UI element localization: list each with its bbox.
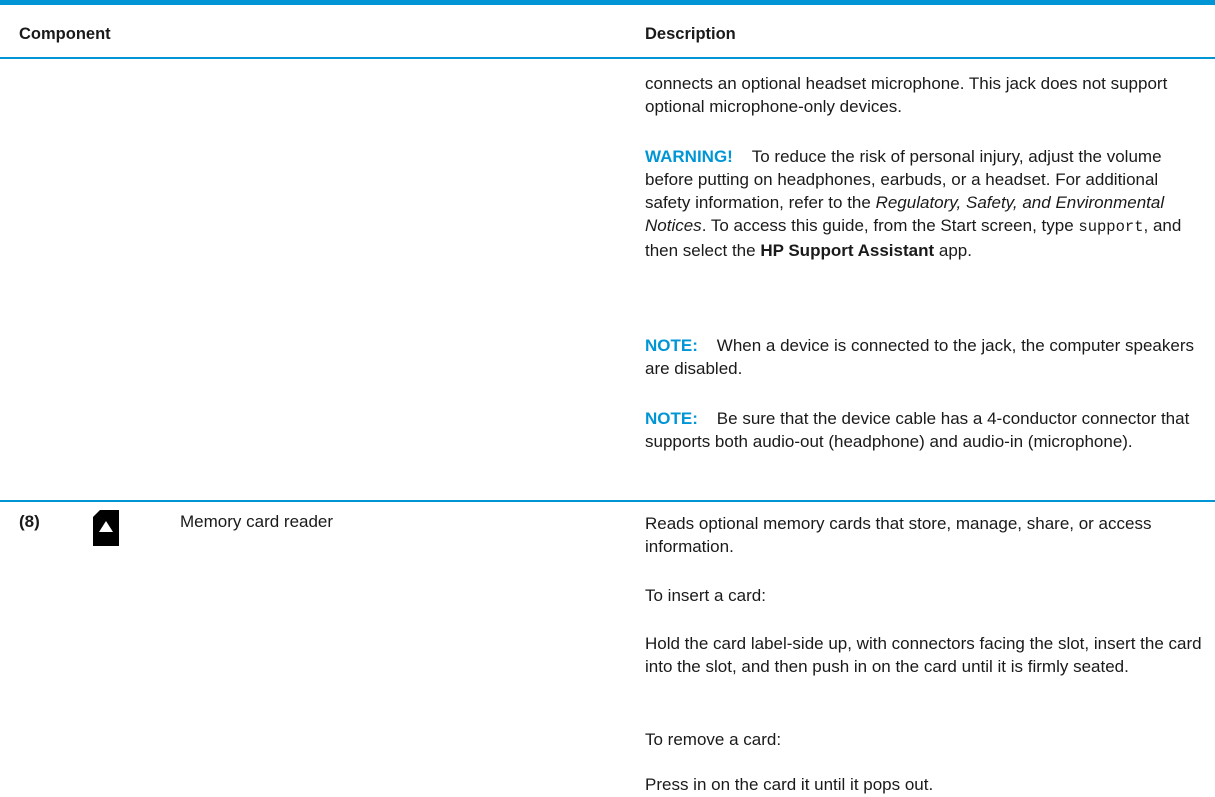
- warning-block: WARNING! To reduce the risk of personal …: [645, 145, 1205, 262]
- note-text-1: When a device is connected to the jack, …: [645, 336, 1195, 378]
- table-header-row: Component Description: [0, 5, 1215, 59]
- row8-desc-text-2: To insert a card:: [645, 586, 766, 605]
- note-text-2: Be sure that the device cable has a 4-co…: [645, 409, 1190, 451]
- row8-desc-1: Reads optional memory cards that store, …: [645, 512, 1205, 558]
- row8-desc-2: To insert a card:: [645, 584, 1205, 607]
- note-paragraph-1: NOTE: When a device is connected to the …: [645, 334, 1205, 380]
- component-name: Memory card reader: [180, 512, 334, 531]
- note-paragraph-2: NOTE: Be sure that the device cable has …: [645, 407, 1205, 453]
- warning-text-d: app.: [938, 241, 972, 260]
- jack-description-text: connects an optional headset microphone.…: [645, 74, 1168, 116]
- warning-label: WARNING!: [645, 147, 733, 166]
- row8-desc-text-5: Press in on the card it until it pops ou…: [645, 775, 934, 794]
- memory-card-icon-svg: [93, 510, 119, 546]
- row8-desc-4: To remove a card:: [645, 728, 1205, 751]
- note-block-2: NOTE: Be sure that the device cable has …: [645, 407, 1205, 453]
- row8-desc-text-1: Reads optional memory cards that store, …: [645, 514, 1152, 556]
- row-number: (8): [19, 512, 40, 531]
- row8-desc-3: Hold the card label-side up, with connec…: [645, 632, 1205, 678]
- warning-paragraph: WARNING! To reduce the risk of personal …: [645, 145, 1205, 262]
- row8-desc-5: Press in on the card it until it pops ou…: [645, 773, 1205, 796]
- row8-desc-text-4: To remove a card:: [645, 730, 782, 749]
- warning-text-b: . To access this guide, from the Start s…: [701, 216, 1074, 235]
- note-label-1: NOTE:: [645, 336, 698, 355]
- prev-row-description-1: connects an optional headset microphone.…: [645, 72, 1205, 118]
- row-separator: [0, 500, 1215, 502]
- note-label-2: NOTE:: [645, 409, 698, 428]
- warning-bold-app: HP Support Assistant: [760, 241, 935, 260]
- manual-page: Component Description connects an option…: [0, 0, 1215, 797]
- header-description: Description: [645, 25, 736, 43]
- note-block-1: NOTE: When a device is connected to the …: [645, 334, 1205, 380]
- row8-desc-text-3: Hold the card label-side up, with connec…: [645, 634, 1202, 676]
- memory-card-icon: [93, 510, 119, 546]
- header-component: Component: [19, 25, 111, 43]
- warning-code: support: [1078, 218, 1144, 236]
